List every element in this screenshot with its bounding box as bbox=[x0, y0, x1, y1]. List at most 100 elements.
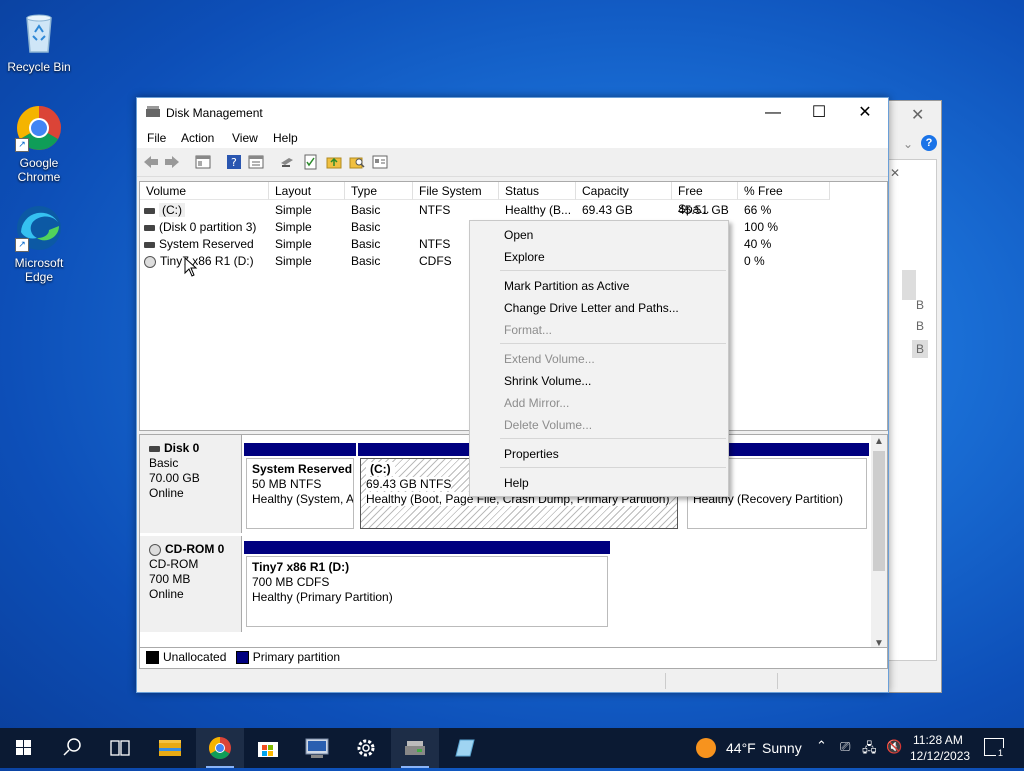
partition-size: 700 MB CDFS bbox=[252, 575, 330, 589]
disk-0-info[interactable]: Disk 0 Basic 70.00 GB Online bbox=[140, 435, 242, 533]
taskbar-app[interactable] bbox=[440, 728, 488, 768]
task-view-button[interactable] bbox=[96, 728, 144, 768]
taskbar-chrome[interactable] bbox=[196, 728, 244, 768]
layout-cell: Simple bbox=[275, 203, 312, 217]
menu-item-open[interactable]: Open bbox=[504, 228, 533, 242]
menu-help[interactable]: Help bbox=[273, 131, 298, 145]
background-window-panel: ✕ B B B bbox=[885, 159, 937, 661]
checklist-icon[interactable] bbox=[303, 154, 319, 170]
taskbar-disk-management[interactable] bbox=[391, 728, 439, 768]
menu-file[interactable]: File bbox=[147, 131, 166, 145]
view-icon[interactable] bbox=[372, 154, 388, 170]
gear-icon bbox=[357, 739, 375, 757]
desktop-icon-label: Microsoft Edge bbox=[14, 256, 64, 284]
column-header-type[interactable]: Type bbox=[345, 182, 413, 200]
connect-icon[interactable] bbox=[279, 154, 295, 170]
cd-drive-icon bbox=[144, 255, 156, 268]
chevron-down-icon[interactable]: ⌄ bbox=[903, 137, 913, 151]
cdrom-0-info[interactable]: CD-ROM 0 CD-ROM 700 MB Online bbox=[140, 536, 242, 632]
scrollbar-thumb[interactable] bbox=[902, 270, 916, 300]
properties-icon[interactable] bbox=[248, 154, 264, 170]
partition-name: System Reserved bbox=[252, 462, 353, 476]
menu-item-add-mirror: Add Mirror... bbox=[504, 396, 570, 410]
layout-cell: Simple bbox=[275, 220, 312, 234]
column-header-capacity[interactable]: Capacity bbox=[576, 182, 672, 200]
minimize-button[interactable]: — bbox=[750, 98, 796, 128]
scroll-up-icon[interactable]: ▲ bbox=[874, 436, 884, 447]
size-suffix: B bbox=[916, 319, 925, 333]
menu-item-change-drive-letter[interactable]: Change Drive Letter and Paths... bbox=[504, 301, 679, 315]
volume-name: (C:) bbox=[159, 203, 185, 217]
chevron-up-icon[interactable]: ⌃ bbox=[816, 738, 827, 754]
desktop-icon-microsoft-edge[interactable]: ↗ Microsoft Edge bbox=[4, 204, 74, 284]
notification-count: 1 bbox=[996, 748, 1006, 758]
weather-temperature[interactable]: 44°F bbox=[726, 740, 756, 756]
volume-name: Tiny7 x86 R1 (D:) bbox=[160, 254, 254, 268]
forward-arrow-icon[interactable] bbox=[164, 154, 180, 170]
column-header-free-space[interactable]: Free Spa... bbox=[672, 182, 738, 216]
menu-view[interactable]: View bbox=[232, 131, 258, 145]
column-header-layout[interactable]: Layout bbox=[269, 182, 345, 200]
search-button[interactable] bbox=[48, 728, 96, 768]
clock-date[interactable]: 12/12/2023 bbox=[910, 749, 970, 763]
taskbar-file-explorer[interactable] bbox=[146, 728, 194, 768]
disk-icon bbox=[144, 207, 155, 214]
close-icon[interactable]: ✕ bbox=[911, 105, 924, 125]
weather-sun-icon[interactable] bbox=[696, 738, 716, 758]
unallocated-swatch bbox=[146, 651, 159, 665]
column-header-percent-free[interactable]: % Free bbox=[738, 182, 830, 200]
menu-item-mark-active[interactable]: Mark Partition as Active bbox=[504, 279, 629, 293]
volume-name: System Reserved bbox=[159, 237, 254, 251]
taskbar-microsoft-store[interactable] bbox=[244, 728, 292, 768]
column-header-status[interactable]: Status bbox=[499, 182, 576, 200]
camera-icon[interactable]: ⎚ bbox=[840, 739, 850, 755]
pct-cell: 40 % bbox=[744, 237, 772, 251]
volume-muted-icon[interactable]: 🔇 bbox=[886, 739, 902, 755]
back-arrow-icon[interactable] bbox=[143, 154, 159, 170]
capacity-cell: 69.43 GB bbox=[582, 203, 633, 217]
taskbar-settings[interactable] bbox=[342, 728, 390, 768]
title-bar[interactable]: Disk Management — ☐ ✕ bbox=[137, 98, 888, 128]
start-button[interactable] bbox=[0, 728, 48, 768]
desktop-icon-google-chrome[interactable]: ↗ Google Chrome bbox=[4, 104, 74, 184]
context-menu: Open Explore Mark Partition as Active Ch… bbox=[469, 220, 729, 497]
disk-icon bbox=[144, 224, 155, 231]
folder-up-icon[interactable] bbox=[326, 154, 342, 170]
console-tree-icon[interactable] bbox=[195, 154, 211, 170]
cd-drive-icon bbox=[149, 543, 161, 556]
partition-name: (C:) bbox=[366, 462, 395, 476]
close-button[interactable]: ✕ bbox=[842, 98, 888, 128]
help-icon[interactable]: ? bbox=[226, 154, 242, 170]
search-icon bbox=[63, 738, 81, 756]
close-icon[interactable]: ✕ bbox=[890, 166, 900, 180]
column-header-volume[interactable]: Volume bbox=[140, 182, 269, 200]
fs-cell: NTFS bbox=[419, 237, 451, 251]
search-folder-icon[interactable] bbox=[349, 154, 365, 170]
taskbar-computer-management[interactable] bbox=[293, 728, 341, 768]
menu-item-help[interactable]: Help bbox=[504, 476, 529, 490]
desktop-icon-recycle-bin[interactable]: Recycle Bin bbox=[4, 8, 74, 74]
help-icon[interactable]: ? bbox=[921, 135, 937, 151]
partition-system-reserved[interactable]: System Reserved 50 MB NTFS Healthy (Syst… bbox=[244, 443, 356, 531]
disk-size: 700 MB bbox=[149, 572, 191, 586]
background-window[interactable]: ✕ ⌄ ? ✕ B B B bbox=[884, 100, 942, 693]
weather-description[interactable]: Sunny bbox=[762, 740, 802, 756]
menu-item-explore[interactable]: Explore bbox=[504, 250, 545, 264]
window-title: Disk Management bbox=[166, 106, 263, 120]
menu-action[interactable]: Action bbox=[181, 131, 214, 145]
vertical-scrollbar[interactable]: ▲ ▼ bbox=[871, 435, 887, 653]
column-header-file-system[interactable]: File System bbox=[413, 182, 499, 200]
menu-item-properties[interactable]: Properties bbox=[504, 447, 559, 461]
scrollbar-thumb[interactable] bbox=[873, 451, 885, 571]
clock-time[interactable]: 11:28 AM bbox=[913, 733, 963, 747]
network-icon[interactable]: 🖧 bbox=[862, 739, 877, 761]
edge-icon: ↗ bbox=[15, 204, 63, 252]
notepad-icon bbox=[455, 739, 475, 757]
table-row[interactable]: (C:) Simple Basic NTFS Healthy (B... 69.… bbox=[140, 201, 887, 218]
partition-d[interactable]: Tiny7 x86 R1 (D:) 700 MB CDFS Healthy (P… bbox=[244, 541, 610, 629]
menu-item-shrink-volume[interactable]: Shrink Volume... bbox=[504, 374, 591, 388]
maximize-button[interactable]: ☐ bbox=[796, 98, 842, 128]
computer-management-icon bbox=[305, 738, 329, 758]
size-suffix: B bbox=[916, 298, 925, 312]
type-cell: Basic bbox=[351, 220, 381, 234]
